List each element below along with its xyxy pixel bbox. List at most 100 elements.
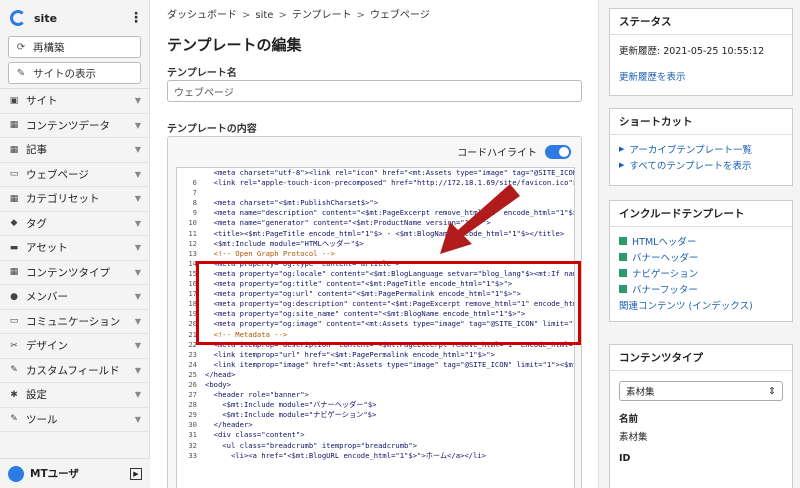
status-title: ステータス — [610, 9, 792, 35]
sidebar-item[interactable]: ▦ カテゴリセット ▼ — [0, 187, 149, 212]
chevron-down-icon[interactable]: ▼ — [135, 170, 141, 179]
code-line: 14 <meta property="og:type" content="art… — [177, 259, 574, 269]
sidebar-item[interactable]: ▭ コミュニケーション ▼ — [0, 310, 149, 334]
chevron-down-icon[interactable]: ▼ — [135, 366, 141, 375]
site-name[interactable]: site — [34, 12, 129, 25]
breadcrumb-dashboard[interactable]: ダッシュボード — [167, 10, 237, 21]
line-number: 18 — [188, 299, 197, 309]
line-number: 8 — [192, 198, 197, 208]
include-item[interactable]: ナビゲーション — [619, 265, 783, 281]
view-site-button[interactable]: ✎ サイトの表示 — [8, 62, 141, 84]
line-text: <body> — [205, 379, 231, 389]
sidebar-item-label: メンバー — [26, 291, 68, 304]
chevron-down-icon[interactable]: ▼ — [135, 96, 141, 105]
sidebar-item[interactable]: ✱ 設定 ▼ — [0, 383, 149, 408]
sidebar-item-label: カスタムフィールド — [26, 364, 120, 377]
breadcrumb-site[interactable]: site — [255, 10, 273, 21]
line-text: <title><$mt:PageTitle encode_html="1"$> … — [205, 228, 565, 238]
entry-icon: ▦ — [9, 144, 19, 155]
sidebar-item-label: コミュニケーション — [26, 315, 121, 328]
chevron-down-icon[interactable]: ▼ — [135, 292, 141, 301]
kebab-menu-icon[interactable]: ⋮ — [129, 10, 143, 26]
line-number: 21 — [188, 329, 197, 339]
page-icon: ▭ — [9, 169, 19, 180]
site-logo-icon — [10, 10, 26, 26]
code-line: 13 <!-- Open Graph Protocol --> — [177, 249, 574, 259]
template-name-label: テンプレート名 — [167, 68, 237, 79]
content-type-select[interactable]: 素材集 ⇕ — [619, 381, 783, 401]
chevron-down-icon[interactable]: ▼ — [135, 145, 141, 154]
line-number: 11 — [188, 228, 197, 238]
chevron-down-icon[interactable]: ▼ — [135, 317, 141, 326]
line-number: 27 — [188, 390, 197, 400]
code-editor-frame: コードハイライト <meta charset="utf-8"><link rel… — [167, 136, 582, 488]
sidebar-item[interactable]: ◆ タグ ▼ — [0, 212, 149, 236]
page-title: テンプレートの編集 — [167, 36, 302, 54]
line-number: 22 — [188, 339, 197, 349]
line-number: 10 — [188, 218, 197, 228]
highlight-toggle[interactable] — [545, 144, 571, 159]
breadcrumb-template[interactable]: テンプレート — [292, 10, 352, 21]
sidebar-item[interactable]: ▦ 記事 ▼ — [0, 138, 149, 163]
sidebar-item[interactable]: ▭ ウェブページ ▼ — [0, 163, 149, 187]
chevron-down-icon[interactable]: ▼ — [135, 243, 141, 252]
line-number: 26 — [188, 379, 197, 389]
chevron-down-icon[interactable]: ▼ — [135, 194, 141, 203]
line-number: 33 — [188, 450, 197, 460]
code-line: 10 <meta name="generator" content="<$mt:… — [177, 218, 574, 228]
content-type-selected: 素材集 — [626, 387, 655, 398]
line-text: <link rel="apple-touch-icon-precomposed"… — [205, 178, 575, 188]
sidebar-item[interactable]: ▣ サイト ▼ — [0, 89, 149, 114]
line-number: 32 — [188, 440, 197, 450]
code-line: 29 <$mt:Include module="ナビゲーション"$> — [177, 410, 574, 420]
rebuild-button[interactable]: ⟳ 再構築 — [8, 36, 141, 58]
collapse-sidebar-icon[interactable]: ▶ — [130, 467, 142, 480]
sidebar-item[interactable]: ▬ アセット ▼ — [0, 236, 149, 261]
chevron-down-icon[interactable]: ▼ — [135, 390, 141, 399]
chevron-down-icon[interactable]: ▼ — [135, 219, 141, 228]
sidebar-item[interactable]: ▦ コンテンツデータ ▼ — [0, 114, 149, 138]
include-item[interactable]: HTMLヘッダー — [619, 233, 783, 249]
chevron-down-icon[interactable]: ▼ — [135, 268, 141, 277]
sidebar-nav: ▣ サイト ▼ ▦ コンテンツデータ ▼ ▦ 記事 ▼ ▭ ウェブページ ▼ ▦ カテゴリセット ▼ ◆ タグ ▼… — [0, 88, 149, 432]
template-name-input[interactable]: ウェブページ — [167, 80, 582, 102]
line-text: <$mt:Include module="HTMLヘッダー"$> — [205, 238, 364, 248]
code-line: 32 <ul class="breadcrumb" itemprop="brea… — [177, 441, 574, 451]
name-label: 名前 — [619, 414, 639, 425]
sidebar-item[interactable]: ✎ ツール ▼ — [0, 408, 149, 432]
code-line: 15 <meta property="og:locale" content="<… — [177, 269, 574, 279]
history-link[interactable]: 更新履歴を表示 — [619, 69, 783, 83]
code-line: 11 <title><$mt:PageTitle encode_html="1"… — [177, 229, 574, 239]
line-text: </header> — [205, 420, 253, 430]
right-panel: ステータス 更新履歴: 2021-05-25 10:55:12 更新履歴を表示 … — [598, 0, 800, 488]
sidebar-item[interactable]: ✂ デザイン ▼ — [0, 334, 149, 359]
shortcut-card: ショートカット ▶ アーカイブテンプレート一覧 ▶ すべてのテンプレートを表示 — [609, 108, 793, 186]
sidebar-item[interactable]: ● メンバー ▼ — [0, 285, 149, 310]
sidebar-item-label: アセット — [26, 242, 68, 255]
code-editor[interactable]: <meta charset="utf-8"><link rel="icon" h… — [176, 167, 575, 488]
sidebar-item[interactable]: ✎ カスタムフィールド ▼ — [0, 359, 149, 383]
code-line: 21 <!-- Metadata --> — [177, 330, 574, 340]
chevron-down-icon[interactable]: ▼ — [135, 415, 141, 424]
line-text: <meta charset="utf-8"><link rel="icon" h… — [205, 168, 575, 177]
line-number: 6 — [192, 178, 197, 188]
line-text: <meta property="og:type" content="articl… — [205, 258, 400, 268]
chevron-down-icon[interactable]: ▼ — [135, 121, 141, 130]
include-item[interactable]: バナーヘッダー — [619, 249, 783, 265]
shortcut-all-link[interactable]: ▶ すべてのテンプレートを表示 — [619, 157, 783, 173]
breadcrumb: ダッシュボード > site > テンプレート > ウェブページ — [167, 10, 430, 21]
related-content-link[interactable]: 関連コンテンツ (インデックス) — [619, 297, 783, 313]
line-number: 13 — [188, 248, 197, 258]
content-type-icon: ▦ — [9, 267, 19, 278]
avatar[interactable] — [8, 465, 24, 482]
user-name[interactable]: MTユーザ — [30, 466, 130, 481]
shortcut-archive-link[interactable]: ▶ アーカイブテンプレート一覧 — [619, 141, 783, 157]
chevron-down-icon[interactable]: ▼ — [135, 341, 141, 350]
include-item[interactable]: バナーフッター — [619, 281, 783, 297]
code-line: 6 <link rel="apple-touch-icon-precompose… — [177, 178, 574, 188]
line-number: 31 — [188, 430, 197, 440]
line-text: <!-- Open Graph Protocol --> — [205, 248, 335, 258]
code-line: <meta charset="utf-8"><link rel="icon" h… — [177, 168, 574, 178]
sidebar-item[interactable]: ▦ コンテンツタイプ ▼ — [0, 261, 149, 285]
view-site-label: サイトの表示 — [33, 67, 96, 80]
